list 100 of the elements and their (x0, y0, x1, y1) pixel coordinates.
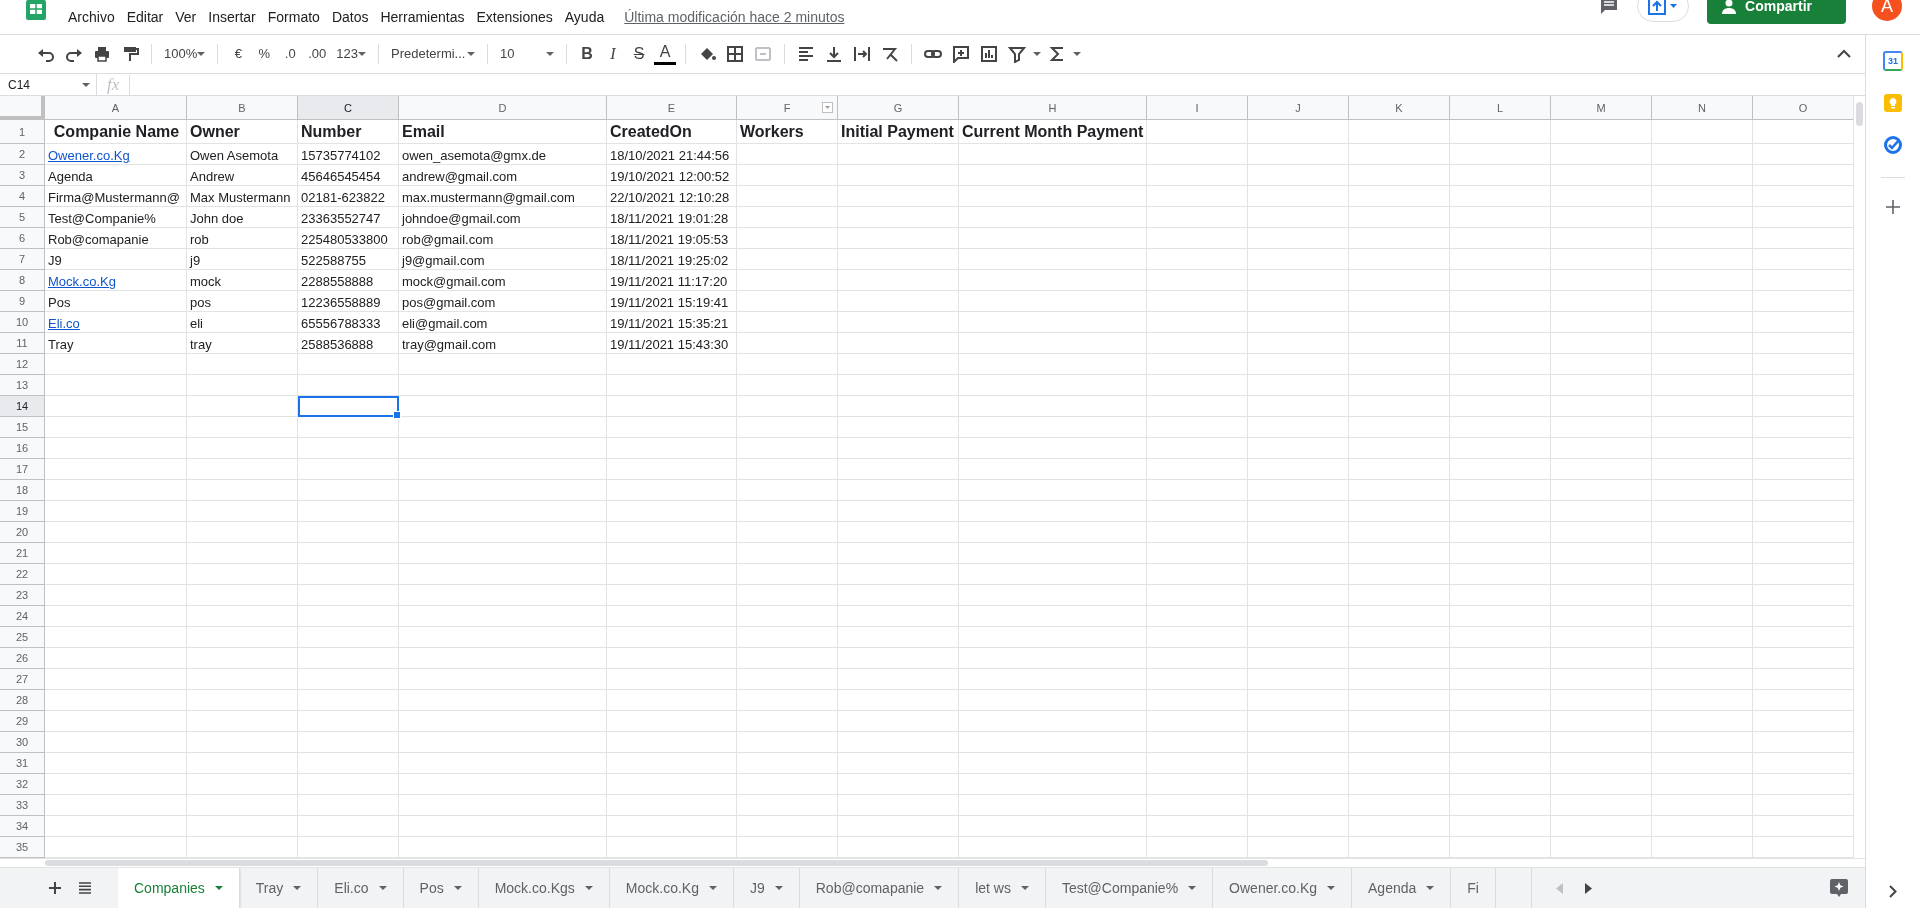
row-header[interactable]: 1 (0, 120, 45, 145)
cell-link[interactable]: Eli.co (48, 316, 80, 332)
column-header[interactable]: M (1551, 96, 1652, 121)
sheet-tab[interactable]: Eli.co (318, 868, 404, 908)
sheet-tab[interactable]: Agenda (1352, 868, 1452, 908)
row-header[interactable]: 11 (0, 333, 45, 355)
selected-cell[interactable] (298, 396, 399, 418)
row-header[interactable]: 18 (0, 480, 45, 502)
menu-item[interactable]: Ver (169, 9, 203, 25)
row-header[interactable]: 2 (0, 144, 45, 166)
sheet-tab[interactable]: Pos (403, 868, 479, 908)
font-size-dropdown[interactable]: 10 (497, 40, 558, 67)
row-header[interactable]: 7 (0, 249, 45, 271)
column-header[interactable]: H (959, 96, 1147, 121)
row-header[interactable]: 20 (0, 522, 45, 544)
column-header[interactable]: D (399, 96, 607, 121)
percent-button[interactable]: % (253, 40, 276, 67)
plus-icon[interactable] (1886, 200, 1900, 214)
row-header[interactable]: 8 (0, 270, 45, 292)
sheet-tab[interactable]: Tray (239, 868, 319, 908)
next-icon[interactable] (1585, 882, 1592, 894)
cell-link[interactable]: Mock.co.Kg (48, 274, 116, 290)
italic-button[interactable]: I (602, 40, 625, 67)
column-header[interactable]: E (607, 96, 737, 121)
row-header[interactable]: 35 (0, 837, 45, 859)
share-button[interactable]: Compartir (1707, 0, 1846, 24)
row-header[interactable]: 25 (0, 627, 45, 649)
sheet-tab[interactable]: Test@Companie% (1045, 868, 1214, 908)
row-header[interactable]: 24 (0, 606, 45, 628)
sheet-tab[interactable]: Owener.co.Kg (1213, 868, 1353, 908)
font-dropdown[interactable]: Predetermi... (388, 40, 479, 67)
sheet-tab[interactable]: J9 (733, 868, 800, 908)
row-header[interactable]: 10 (0, 312, 45, 334)
row-header[interactable]: 21 (0, 543, 45, 565)
collapse-icon[interactable] (1837, 49, 1851, 59)
bold-button[interactable]: B (576, 40, 599, 67)
menu-item[interactable]: Editar (120, 9, 170, 25)
sheet-list-icon[interactable] (78, 882, 92, 895)
row-header[interactable]: 26 (0, 648, 45, 670)
row-header[interactable]: 31 (0, 753, 45, 775)
menu-item[interactable]: Formato (261, 9, 326, 25)
row-header[interactable]: 30 (0, 732, 45, 754)
row-header[interactable]: 14 (0, 396, 45, 418)
menu-item[interactable]: Ayuda (558, 9, 611, 25)
row-header[interactable]: 16 (0, 438, 45, 460)
row-header[interactable]: 12 (0, 354, 45, 376)
column-header[interactable]: L (1450, 96, 1551, 121)
column-header[interactable]: N (1652, 96, 1753, 121)
present-button[interactable] (1637, 0, 1690, 22)
column-header[interactable]: C (298, 96, 399, 121)
scroll-thumb[interactable] (45, 860, 1268, 867)
cell-link[interactable]: Owener.co.Kg (48, 148, 130, 164)
currency-button[interactable]: € (227, 40, 250, 67)
dropdown-icon[interactable] (822, 102, 833, 114)
check-circle-icon[interactable] (1883, 135, 1903, 155)
text-color-button[interactable]: A (654, 42, 677, 65)
row-header[interactable]: 23 (0, 585, 45, 607)
menu-item[interactable]: Herramientas (374, 9, 471, 25)
row-header[interactable]: 9 (0, 291, 45, 313)
row-header[interactable]: 15 (0, 417, 45, 439)
last-edit-link[interactable]: Última modificación hace 2 minutos (624, 9, 845, 25)
row-header[interactable]: 5 (0, 207, 45, 229)
chevron-right-icon[interactable] (1889, 885, 1897, 898)
row-header[interactable]: 3 (0, 165, 45, 187)
row-header[interactable]: 28 (0, 690, 45, 712)
row-header[interactable]: 33 (0, 795, 45, 817)
sheet-tab[interactable]: let ws (959, 868, 1046, 908)
sheet-tab[interactable]: Mock.co.Kg (609, 868, 734, 908)
name-box[interactable]: C14 (0, 73, 97, 96)
add-sheet-icon[interactable] (48, 881, 62, 896)
column-header[interactable]: G (838, 96, 959, 121)
increase-decimals-button[interactable]: .00 (305, 40, 330, 67)
column-header[interactable]: F (737, 96, 838, 121)
calendar-icon[interactable]: 31 (1883, 51, 1903, 71)
decrease-decimals-button[interactable]: .0 (279, 40, 302, 67)
column-header[interactable]: A (45, 96, 187, 121)
row-header[interactable]: 32 (0, 774, 45, 796)
number-format-dropdown[interactable]: 123 (333, 40, 370, 67)
row-header[interactable]: 19 (0, 501, 45, 523)
spreadsheet-logo[interactable] (26, 0, 46, 20)
row-header[interactable]: 17 (0, 459, 45, 481)
column-header[interactable]: I (1147, 96, 1248, 121)
menu-item[interactable]: Archivo (62, 9, 121, 25)
row-header[interactable]: 6 (0, 228, 45, 250)
sheet-tab[interactable]: Mock.co.Kgs (478, 868, 610, 908)
row-header[interactable]: 13 (0, 375, 45, 397)
sheet-tab[interactable]: Companies (118, 868, 240, 908)
row-header[interactable]: 4 (0, 186, 45, 208)
strikethrough-button[interactable]: S (628, 40, 651, 67)
scroll-thumb[interactable] (1856, 102, 1863, 127)
column-header[interactable]: O (1753, 96, 1853, 121)
menu-item[interactable]: Insertar (202, 9, 262, 25)
sheet-tab[interactable]: Fi (1451, 868, 1496, 908)
row-header[interactable]: 29 (0, 711, 45, 733)
row-header[interactable]: 27 (0, 669, 45, 691)
zoom-dropdown[interactable]: 100% (161, 40, 209, 67)
comment-icon[interactable] (1599, 0, 1620, 16)
explore-icon[interactable] (1829, 878, 1849, 899)
row-header[interactable]: 34 (0, 816, 45, 838)
menu-item[interactable]: Extensiones (470, 9, 559, 25)
